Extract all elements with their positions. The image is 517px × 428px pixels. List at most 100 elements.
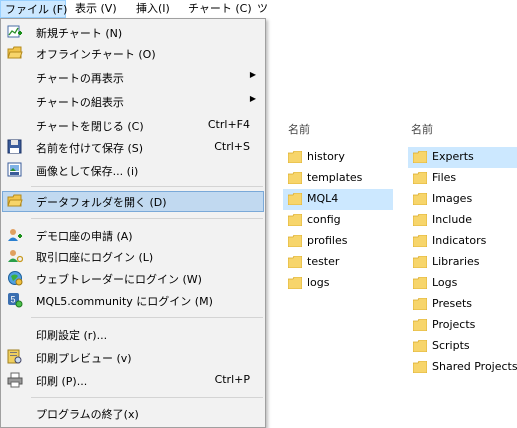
menu-item-label: MQL5.community にログイン (M) bbox=[36, 295, 213, 308]
folder-history[interactable]: history bbox=[283, 147, 393, 168]
folder-name: profiles bbox=[307, 234, 348, 247]
folder-name: Logs bbox=[432, 276, 458, 289]
folder-name: Include bbox=[432, 213, 473, 226]
offline-chart-icon bbox=[7, 45, 23, 61]
login-account-icon bbox=[7, 248, 24, 264]
folder-icon bbox=[413, 214, 427, 226]
menu-item-label: チャートの組表示 bbox=[36, 96, 124, 109]
menu-item-offline-chart[interactable]: オフラインチャート (O) bbox=[2, 43, 264, 64]
menu-item-demo-account[interactable]: デモ口座の申請 (A) bbox=[2, 225, 264, 246]
menu-item-webtrader-login[interactable]: ウェブトレーダーにログイン (W) bbox=[2, 268, 264, 289]
explorer-pane-right: 名前 Experts Files Images Include Indicato… bbox=[408, 116, 517, 428]
menu-item-shortcut: Ctrl+P bbox=[214, 373, 250, 386]
menu-item-label: ウェブトレーダーにログイン (W) bbox=[36, 273, 202, 286]
menu-item-chart-redisplay[interactable]: チャートの再表示 ▶ bbox=[2, 67, 264, 88]
folder-icon bbox=[413, 256, 427, 268]
menu-file[interactable]: ファイル (F) bbox=[0, 0, 67, 18]
folder-templates[interactable]: templates bbox=[283, 168, 393, 189]
folder-icon bbox=[288, 172, 302, 184]
folder-name: templates bbox=[307, 171, 363, 184]
submenu-arrow-icon: ▶ bbox=[249, 94, 256, 103]
folder-icon bbox=[288, 193, 302, 205]
menu-separator bbox=[31, 317, 263, 318]
demo-account-icon bbox=[7, 227, 23, 243]
menu-item-print-preview[interactable]: 印刷プレビュー (v) bbox=[2, 347, 264, 368]
folder-profiles[interactable]: profiles bbox=[283, 231, 393, 252]
menu-item-exit[interactable]: プログラムの終了(x) bbox=[2, 403, 264, 424]
folder-icon bbox=[413, 172, 427, 184]
folder-files[interactable]: Files bbox=[408, 168, 517, 189]
folder-name: Presets bbox=[432, 297, 473, 310]
folder-icon bbox=[288, 214, 302, 226]
folder-name: Experts bbox=[432, 150, 474, 163]
menu-item-label: チャートを閉じる (C) bbox=[36, 120, 144, 133]
folder-shared-projects[interactable]: Shared Projects bbox=[408, 357, 517, 378]
folder-icon bbox=[413, 193, 427, 205]
new-chart-icon bbox=[7, 24, 23, 40]
print-icon bbox=[7, 372, 23, 388]
mql5-icon: 5 bbox=[7, 292, 23, 308]
folder-logs[interactable]: logs bbox=[283, 273, 393, 294]
menu-item-label: データフォルダを開く (D) bbox=[36, 196, 167, 209]
menu-item-label: オフラインチャート (O) bbox=[36, 48, 156, 61]
folder-icon bbox=[413, 340, 427, 352]
folder-icon bbox=[413, 298, 427, 310]
open-folder-icon bbox=[7, 193, 23, 209]
menu-item-open-data-folder[interactable]: データフォルダを開く (D) bbox=[2, 191, 264, 212]
explorer-pane-left: 名前 history templates MQL4 config profile… bbox=[283, 116, 393, 428]
menu-separator bbox=[31, 218, 263, 219]
folder-config[interactable]: config bbox=[283, 210, 393, 231]
menu-item-print-setup[interactable]: 印刷設定 (r)... bbox=[2, 324, 264, 345]
folder-icon bbox=[288, 256, 302, 268]
folder-icon bbox=[413, 361, 427, 373]
folder-scripts[interactable]: Scripts bbox=[408, 336, 517, 357]
menu-item-save-image[interactable]: 画像として保存... (i) bbox=[2, 160, 264, 181]
column-header-name[interactable]: 名前 bbox=[288, 121, 310, 137]
menu-item-close-chart[interactable]: チャートを閉じる (C) Ctrl+F4 bbox=[2, 115, 264, 136]
folder-name: config bbox=[307, 213, 341, 226]
submenu-arrow-icon: ▶ bbox=[249, 70, 256, 79]
menu-item-mql5-login[interactable]: 5 MQL5.community にログイン (M) bbox=[2, 290, 264, 311]
folder-name: Shared Projects bbox=[432, 360, 517, 373]
menu-item-new-chart[interactable]: 新規チャート (N) bbox=[2, 22, 264, 43]
menu-item-chart-group[interactable]: チャートの組表示 ▶ bbox=[2, 91, 264, 112]
folder-presets[interactable]: Presets bbox=[408, 294, 517, 315]
menu-item-label: 印刷プレビュー (v) bbox=[36, 352, 132, 365]
menu-separator bbox=[31, 186, 263, 187]
folder-indicators[interactable]: Indicators bbox=[408, 231, 517, 252]
folder-name: MQL4 bbox=[307, 192, 339, 205]
folder-icon bbox=[288, 277, 302, 289]
menu-item-label: チャートの再表示 bbox=[36, 72, 124, 85]
menubar: ファイル (F) 表示 (V) 挿入(I) チャート (C) ツ bbox=[0, 0, 517, 18]
folder-experts[interactable]: Experts bbox=[408, 147, 517, 168]
menu-item-login-account[interactable]: 取引口座にログイン (L) bbox=[2, 246, 264, 267]
menu-item-label: 印刷 (P)... bbox=[36, 375, 88, 388]
menu-insert[interactable]: 挿入(I) bbox=[136, 0, 170, 18]
folder-name: Files bbox=[432, 171, 457, 184]
menu-item-print[interactable]: 印刷 (P)... Ctrl+P bbox=[2, 370, 264, 391]
menu-chart[interactable]: チャート (C) bbox=[188, 0, 252, 18]
menu-separator bbox=[31, 397, 263, 398]
menu-item-label: 新規チャート (N) bbox=[36, 27, 123, 40]
folder-name: Projects bbox=[432, 318, 476, 331]
folder-name: Images bbox=[432, 192, 473, 205]
folder-projects[interactable]: Projects bbox=[408, 315, 517, 336]
folder-libraries[interactable]: Libraries bbox=[408, 252, 517, 273]
folder-tester[interactable]: tester bbox=[283, 252, 393, 273]
folder-mql4[interactable]: MQL4 bbox=[283, 189, 393, 210]
print-preview-icon bbox=[7, 349, 23, 365]
menu-item-save-as[interactable]: 名前を付けて保存 (S) Ctrl+S bbox=[2, 137, 264, 158]
menu-item-label: 印刷設定 (r)... bbox=[36, 329, 108, 342]
folder-icon bbox=[413, 319, 427, 331]
folder-name: history bbox=[307, 150, 345, 163]
menu-view[interactable]: 表示 (V) bbox=[75, 0, 117, 18]
folder-name: logs bbox=[307, 276, 330, 289]
folder-icon bbox=[413, 151, 427, 163]
folder-images[interactable]: Images bbox=[408, 189, 517, 210]
folder-logs-mql4[interactable]: Logs bbox=[408, 273, 517, 294]
folder-include[interactable]: Include bbox=[408, 210, 517, 231]
menu-item-label: 画像として保存... (i) bbox=[36, 165, 139, 178]
column-header-name[interactable]: 名前 bbox=[411, 121, 433, 137]
menu-tools[interactable]: ツ bbox=[257, 0, 268, 18]
menu-item-label: 取引口座にログイン (L) bbox=[36, 251, 154, 264]
